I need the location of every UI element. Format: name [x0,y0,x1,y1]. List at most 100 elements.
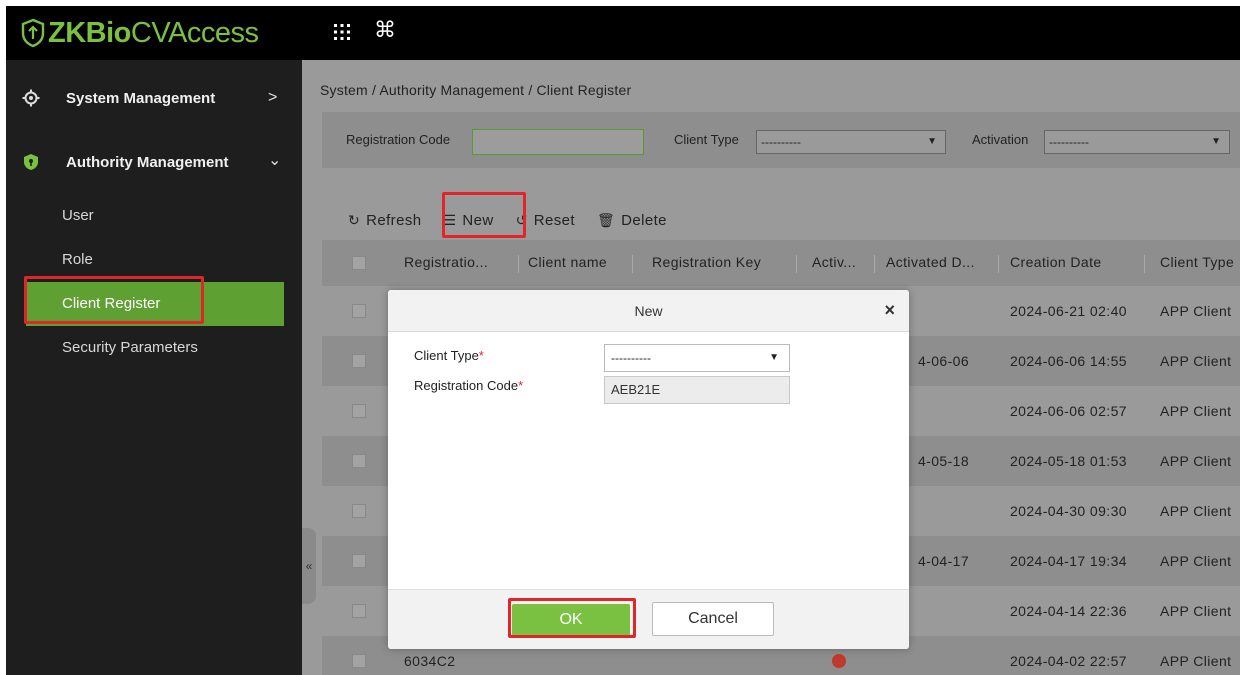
refresh-label: Refresh [366,211,422,229]
client-type-cell: APP Client [1160,303,1232,319]
sidebar-item-security-parameters[interactable]: Security Parameters [26,326,284,370]
activation-value: ---------- [1049,135,1089,149]
chevron-down-icon: ⌄ [268,152,282,169]
reset-label: Reset [533,211,575,229]
sidebar-group-authority-management[interactable]: Authority Management ⌄ [6,142,302,182]
row-checkbox[interactable] [352,354,366,368]
reset-button[interactable]: ↺ Reset [516,212,575,229]
top-bar: ZKBio CVAccess ⌘ [6,6,1240,60]
creation-date-cell: 2024-04-30 09:30 [1010,503,1127,519]
client-type-cell: APP Client [1160,553,1232,569]
shield-icon [24,154,38,170]
column-header[interactable]: Client Type [1160,254,1234,270]
grid-icon[interactable] [332,22,352,42]
required-mark: * [478,348,484,363]
dialog-client-type-select[interactable]: ---------- ▼ [604,344,790,372]
client-type-cell: APP Client [1160,353,1232,369]
activated-date-cell: 4-05-18 [918,453,970,469]
column-header[interactable]: Client name [528,254,607,270]
dialog-client-type-text: Client Type [414,348,479,363]
sidebar-group-label: System Management [66,89,216,107]
dialog-title: New [388,290,909,332]
app-logo[interactable]: ZKBio CVAccess [20,16,259,50]
dropdown-arrow-icon: ▼ [769,352,779,363]
sidebar-group-system-management[interactable]: System Management > [6,78,302,118]
column-header[interactable]: Activated D... [886,254,975,270]
creation-date-cell: 2024-04-02 22:57 [1010,653,1127,669]
client-type-cell: APP Client [1160,503,1232,519]
dialog-client-type-value: ---------- [611,351,651,365]
filter-bar: Registration Code Client Type ----------… [322,112,1240,168]
creation-date-cell: 2024-05-18 01:53 [1010,453,1127,469]
dropdown-arrow-icon: ▼ [1211,136,1221,147]
new-button[interactable]: ☰ New [443,212,493,229]
select-all-checkbox[interactable] [352,256,366,270]
client-type-select[interactable]: ---------- ▼ [756,130,946,154]
registration-code-input[interactable] [472,129,644,155]
activated-date-cell: 4-06-06 [918,353,970,369]
delete-label: Delete [621,211,667,229]
row-checkbox[interactable] [352,554,366,568]
sidebar-item-user[interactable]: User [26,194,284,238]
dialog-registration-code-text: Registration Code [414,378,519,393]
activation-label: Activation [972,132,1029,147]
add-list-icon: ☰ [443,211,457,228]
row-checkbox[interactable] [352,304,366,318]
logo-text: CVAccess [130,16,259,49]
reset-icon: ↺ [515,211,528,228]
new-client-dialog: New × Client Type* ---------- ▼ Registrat… [388,290,909,649]
creation-date-cell: 2024-06-06 02:57 [1010,403,1127,419]
breadcrumb: System / Authority Management / Client R… [320,82,632,98]
table-header: Registratio... Client name Registration … [322,240,1240,286]
delete-button[interactable]: 🗑 Delete [597,212,667,229]
dropdown-arrow-icon: ▼ [927,136,937,147]
chevron-right-icon: > [268,89,278,106]
refresh-icon: ↻ [348,211,361,228]
ok-button[interactable]: OK [512,604,630,636]
column-header[interactable]: Creation Date [1010,254,1102,270]
client-type-label: Client Type [674,132,739,147]
sidebar: System Management > Authority Management… [6,60,302,675]
sidebar-item-client-register[interactable]: Client Register [26,282,284,326]
activated-date-cell: 4-04-17 [918,553,970,569]
client-type-cell: APP Client [1160,653,1232,669]
column-header[interactable]: Registration Key [652,254,761,270]
row-checkbox[interactable] [352,604,366,618]
client-type-cell: APP Client [1160,603,1232,619]
close-icon[interactable]: × [884,300,895,321]
registration-code-label: Registration Code [346,132,451,147]
trash-icon: 🗑 [596,211,616,228]
toolbar: ↻ Refresh ☰ New ↺ Reset 🗑 Delete [348,206,689,234]
dialog-client-type-label: Client Type* [414,348,484,363]
row-checkbox[interactable] [352,404,366,418]
cancel-button[interactable]: Cancel [652,602,774,636]
sidebar-group-label: Authority Management [66,153,229,171]
required-mark: * [518,378,524,393]
dialog-registration-code-field: AEB21E [604,376,790,404]
client-type-cell: APP Client [1160,453,1232,469]
app-window: ZKBio CVAccess ⌘ System Management > Aut… [6,6,1240,675]
creation-date-cell: 2024-04-17 19:34 [1010,553,1127,569]
row-checkbox[interactable] [352,504,366,518]
column-header[interactable]: Registratio... [404,254,488,270]
row-checkbox[interactable] [352,654,366,668]
gear-icon [22,89,40,107]
inactive-status-icon [832,654,846,668]
column-header[interactable]: Activ... [812,254,856,270]
client-type-cell: APP Client [1160,403,1232,419]
row-checkbox[interactable] [352,454,366,468]
logo-text-bold: ZKBio [48,16,131,49]
creation-date-cell: 2024-06-06 14:55 [1010,353,1127,369]
dialog-registration-code-label: Registration Code* [414,378,523,393]
refresh-button[interactable]: ↻ Refresh [348,212,421,229]
activation-select[interactable]: ---------- ▼ [1044,130,1230,154]
command-icon[interactable]: ⌘ [374,18,396,43]
creation-date-cell: 2024-06-21 02:40 [1010,303,1127,319]
dialog-footer: OK Cancel [388,589,909,649]
sidebar-collapse-button[interactable]: « [302,528,316,604]
new-label: New [462,211,494,229]
sidebar-item-role[interactable]: Role [26,238,284,282]
registration-code-cell: 6034C2 [404,653,456,669]
creation-date-cell: 2024-04-14 22:36 [1010,603,1127,619]
logo-shield-icon [21,18,45,48]
